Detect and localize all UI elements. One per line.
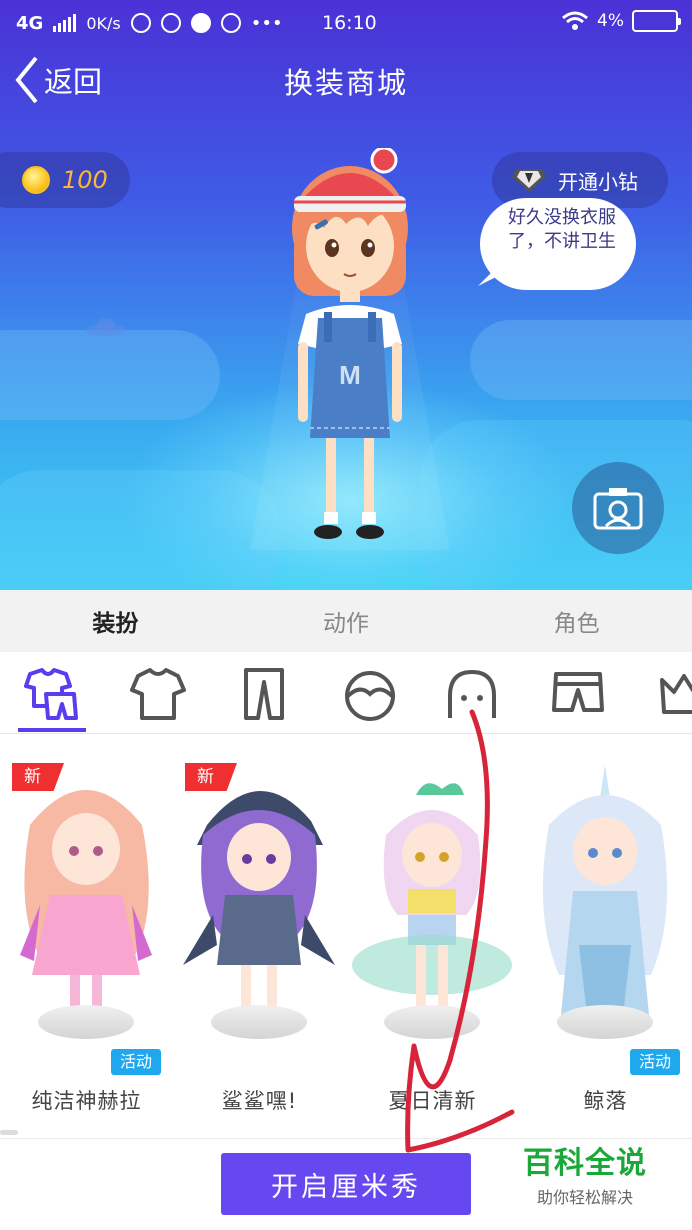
wifi-icon <box>562 11 588 30</box>
status-bar: 4G 0K/s ••• 16:10 4% <box>0 0 692 46</box>
outfit-card[interactable]: 夏日清新 <box>346 735 519 1125</box>
pants-icon[interactable] <box>234 666 294 722</box>
outfit-preview-image <box>542 765 668 1015</box>
app-notification-icon <box>130 13 151 33</box>
outfit-preview-image <box>183 790 335 1015</box>
speech-text: 好久没换衣服了，不讲卫生 <box>508 207 616 252</box>
event-badge: 活动 <box>630 1049 680 1075</box>
pedestal <box>384 1005 480 1039</box>
crown-icon[interactable] <box>654 666 692 722</box>
ufo-icon <box>86 318 126 336</box>
shorts-icon[interactable] <box>548 666 608 722</box>
outfit-name: 鲸落 <box>583 1089 628 1113</box>
outfit-set-icon[interactable] <box>22 666 82 722</box>
svg-text:M: M <box>339 360 361 390</box>
hair-icon[interactable] <box>340 666 400 722</box>
pedestal <box>557 1005 653 1039</box>
tshirt-icon[interactable] <box>128 666 188 722</box>
category-active-indicator <box>18 728 86 732</box>
outfit-name: 夏日清新 <box>388 1089 477 1113</box>
face-icon[interactable] <box>442 666 502 722</box>
category-bar <box>0 652 692 734</box>
pedestal <box>38 1005 134 1039</box>
network-speed: 0K/s <box>86 13 121 33</box>
coin-icon <box>22 166 50 194</box>
outfit-grid: 新 活动 纯洁神赫拉 新 鲨鲨嘿! 夏日清新 活动 鲸落 <box>0 735 692 1135</box>
outfit-name: 鲨鲨嘿! <box>221 1089 298 1113</box>
avatar-character[interactable]: M <box>280 148 420 548</box>
outfit-card[interactable]: 新 活动 纯洁神赫拉 <box>0 735 173 1125</box>
more-icon: ••• <box>250 12 283 34</box>
battery-percent: 4% <box>597 11 624 31</box>
signal-icon <box>53 14 77 32</box>
page-title: 换装商城 <box>283 66 408 100</box>
camera-icon <box>593 488 643 530</box>
navigation-bar: 返回 换装商城 <box>0 50 692 110</box>
scroll-indicator <box>0 1130 18 1135</box>
planet-icon <box>190 13 211 33</box>
outfit-name: 纯洁神赫拉 <box>31 1089 142 1113</box>
clock: 16:10 <box>322 12 377 34</box>
diamond-icon <box>512 169 546 192</box>
speech-bubble: 好久没换衣服了，不讲卫生 <box>478 198 636 290</box>
outfit-preview-image <box>352 783 512 1015</box>
watermark-title: 百科全说 <box>523 1146 647 1181</box>
main-tabs: 装扮 动作 角色 <box>0 590 692 652</box>
outfit-preview-image <box>20 790 152 1015</box>
cloud <box>470 320 692 400</box>
battery-icon <box>632 10 681 32</box>
tab-role[interactable]: 角色 <box>461 590 692 652</box>
coin-balance[interactable]: 100 <box>0 152 130 208</box>
coin-amount: 100 <box>62 166 108 194</box>
camera-button[interactable] <box>572 462 664 554</box>
cloud <box>0 330 220 420</box>
tab-actions[interactable]: 动作 <box>231 590 462 652</box>
app-notification-icon <box>160 13 181 33</box>
watermark-subtitle: 助你轻松解决 <box>536 1188 633 1207</box>
watermark: 百科全说 助你轻松解决 <box>510 1138 660 1208</box>
open-cmshow-button[interactable]: 开启厘米秀 <box>221 1153 471 1215</box>
outfit-card[interactable]: 活动 鲸落 <box>519 735 692 1125</box>
event-badge: 活动 <box>111 1049 161 1075</box>
vip-label: 开通小钻 <box>558 169 638 194</box>
pedestal <box>211 1005 307 1039</box>
tab-outfit[interactable]: 装扮 <box>0 590 231 652</box>
weibo-icon <box>220 13 241 33</box>
network-type: 4G <box>16 12 44 34</box>
outfit-card[interactable]: 新 鲨鲨嘿! <box>173 735 346 1125</box>
